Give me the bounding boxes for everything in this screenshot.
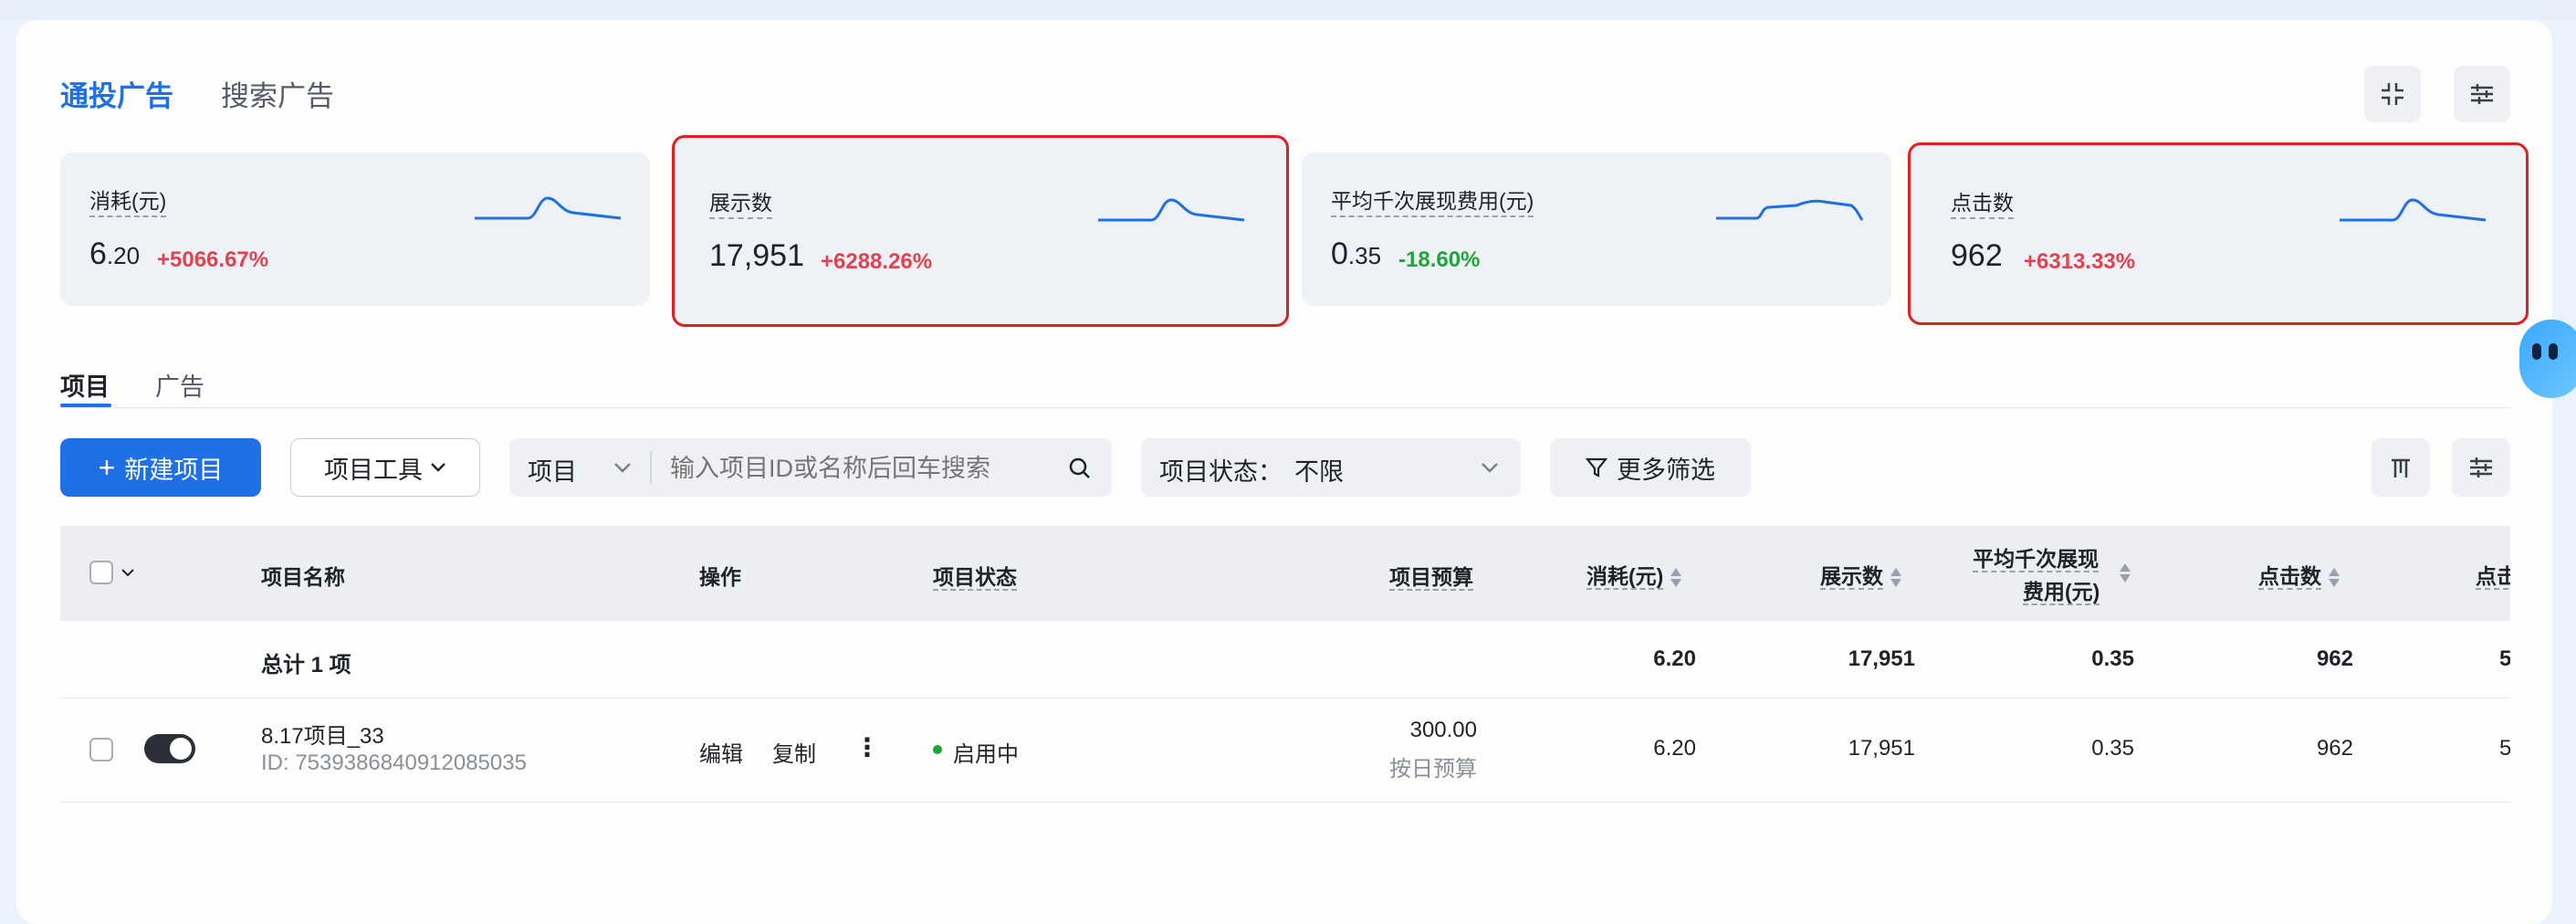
filter-icon [1586,457,1607,478]
total-clicks: 962 [2316,646,2353,671]
metric-card-impressions[interactable]: 展示数 17,951 +6288.26% [672,135,1289,327]
row-divider [60,802,2510,803]
search-scope-select[interactable]: 项目 [528,452,577,488]
project-tools-label: 项目工具 [324,456,423,484]
row-checkbox[interactable] [89,738,113,761]
total-cost: 6.20 [1653,646,1696,671]
copy-link[interactable]: 复制 [772,736,816,768]
divider [650,451,652,484]
metric-card-cost[interactable]: 消耗(元) 6.20 +5066.67% [60,152,650,306]
sort-icon [2329,567,2340,589]
subtab-active-indicator [60,404,111,407]
chevron-down-icon[interactable] [120,568,135,577]
sort-icon[interactable] [2120,562,2131,584]
more-filters-label: 更多筛选 [1617,456,1715,484]
header-budget[interactable]: 项目预算 [1389,560,1473,591]
eye-icon [2549,343,2558,360]
edit-link[interactable]: 编辑 [699,736,743,768]
sort-icon [1890,567,1901,589]
header-ops: 操作 [699,565,741,589]
subtab-divider [60,407,2510,408]
budget-value: 300.00 [1409,718,1477,742]
metric-value: 962 [1951,238,2003,273]
chevron-down-icon [431,463,445,472]
header-cpm[interactable]: 平均千次展现 费用(元) [1972,542,2100,608]
chevron-down-icon [1482,463,1498,473]
project-toggle[interactable] [144,734,195,763]
row-impressions: 17,951 [1848,736,1915,761]
row-clicks: 962 [2316,736,2353,761]
table-row: 8.17项目_33 ID: 7539386840912085035 编辑 复制 … [60,699,2510,802]
new-project-button[interactable]: + 新建项目 [60,438,261,497]
plus-icon: + [98,451,116,484]
metric-value: 17,951 [709,238,804,273]
row-more: 5 [2499,736,2510,761]
header-clicks[interactable]: 点击数 [2258,559,2340,590]
total-cpm: 0.35 [2091,646,2134,671]
header-more[interactable]: 点击 [2476,559,2510,590]
more-filters-button[interactable]: 更多筛选 [1550,438,1751,497]
table-settings-button[interactable] [2452,438,2510,497]
status-filter-label: 项目状态： [1159,458,1283,486]
metric-value: 0.35 [1331,236,1382,271]
project-name[interactable]: 8.17项目_33 [261,718,384,750]
header-impressions[interactable]: 展示数 [1820,559,1901,590]
new-project-label: 新建项目 [124,456,224,484]
status-dot [933,745,942,754]
table-header: 项目名称 操作 项目状态 项目预算 消耗(元) 展示数 平均千次展现 费用(元)… [60,526,2510,621]
budget-type: 按日预算 [1389,757,1477,782]
header-cost[interactable]: 消耗(元) [1586,559,1682,590]
header-status: 项目状态 [933,565,1017,591]
more-actions-icon[interactable]: ⋮ [854,732,880,762]
metric-change: -18.60% [1398,247,1481,272]
tab-search-ads[interactable]: 搜索广告 [221,73,334,114]
column-settings-button[interactable] [2372,438,2430,497]
metric-card-clicks[interactable]: 点击数 962 +6313.33% [1908,142,2529,325]
top-bar [0,0,2576,20]
search-input[interactable] [668,449,1037,488]
metric-value: 6.20 [89,236,141,271]
metric-label: 点击数 [1951,185,2014,219]
project-tools-button[interactable]: 项目工具 [290,438,480,497]
row-cpm: 0.35 [2091,736,2134,761]
collapse-button[interactable] [2364,66,2421,122]
columns-icon [2392,458,2410,478]
sliders-icon [2471,84,2493,104]
sparkline-icon [2340,198,2487,222]
search-icon[interactable] [1068,457,1092,480]
metric-label: 消耗(元) [89,184,167,217]
sparkline-icon [1098,198,1245,222]
sparkline-icon [475,196,622,220]
total-more: 5 [2499,646,2510,671]
status-text: 启用中 [953,742,1019,767]
metric-label: 平均千次展现费用(元) [1331,184,1534,217]
metric-card-cpm[interactable]: 平均千次展现费用(元) 0.35 -18.60% [1302,152,1891,306]
header-name: 项目名称 [261,565,345,589]
collapse-icon [2382,83,2403,105]
row-cost: 6.20 [1653,736,1696,761]
eye-icon [2532,343,2541,360]
status-filter-select[interactable]: 项目状态： 不限 [1141,438,1521,497]
status-filter-value: 不限 [1294,458,1344,486]
toggle-knob [170,738,192,760]
metric-change: +6313.33% [2024,249,2136,274]
settings-button[interactable] [2454,66,2510,122]
search-bar: 项目 [509,438,1112,497]
project-id: ID: 7539386840912085035 [261,751,527,775]
subtab-projects[interactable]: 项目 [60,367,110,403]
total-impressions: 17,951 [1848,646,1915,671]
assistant-avatar[interactable] [2519,320,2576,398]
metric-change: +5066.67% [157,247,269,272]
sparkline-icon [1716,199,1864,221]
subtab-ads[interactable]: 广告 [155,367,204,403]
tab-general-ads[interactable]: 通投广告 [60,73,173,114]
sliders-icon [2470,457,2492,478]
metric-change: +6288.26% [821,249,933,274]
sort-icon [1670,567,1682,589]
total-label: 总计 1 项 [261,653,351,677]
chevron-down-icon[interactable] [613,462,632,473]
select-all-checkbox[interactable] [89,561,113,584]
metric-label: 展示数 [709,185,772,219]
